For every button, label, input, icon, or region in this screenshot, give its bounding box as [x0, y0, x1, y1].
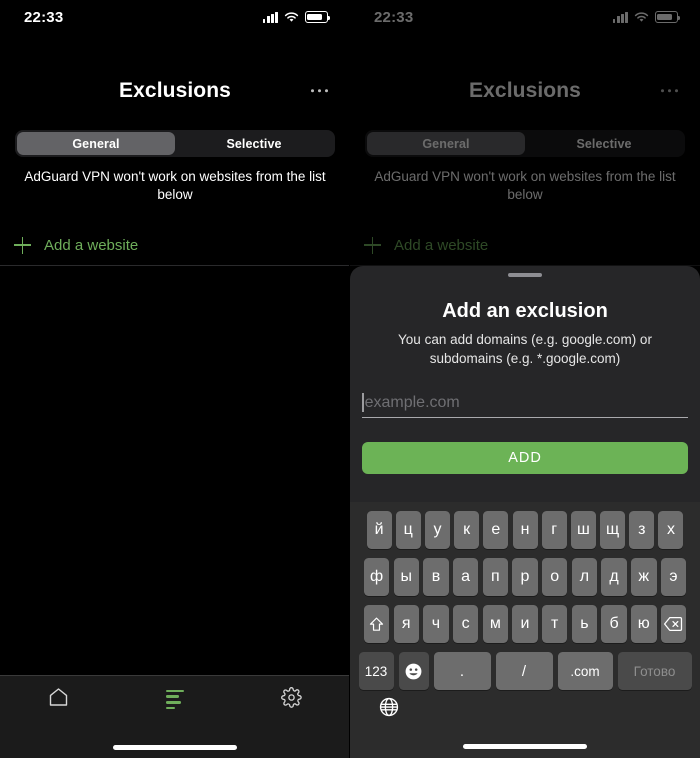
key-1-2[interactable]: у [424, 511, 450, 549]
key-1-10[interactable]: х [658, 511, 684, 549]
tab-home[interactable] [0, 676, 117, 723]
key-1-6[interactable]: г [541, 511, 567, 549]
key-3-4[interactable]: и [512, 605, 538, 643]
mode-description-text: AdGuard VPN won't work on websites from … [24, 169, 326, 202]
key-3-3[interactable]: м [482, 605, 509, 643]
sheet-title: Add an exclusion [442, 300, 608, 322]
cellular-bars-icon [262, 11, 278, 23]
status-bar-time: 22:33 [374, 8, 414, 26]
keyboard-row-4: 123 . / .com Готово [350, 652, 700, 690]
battery-icon [305, 11, 331, 23]
status-bar-time: 22:33 [24, 8, 64, 26]
status-bar-indicators [262, 11, 331, 23]
cellular-bars-icon [612, 11, 628, 23]
more-horizontal-icon[interactable] [657, 81, 682, 100]
key-1-1[interactable]: ц [395, 511, 421, 549]
key-2-8[interactable]: д [601, 558, 627, 596]
panel-divider [349, 0, 350, 758]
list-lines-icon [166, 689, 184, 710]
key-2-7[interactable]: л [571, 558, 598, 596]
left-phone-screen: 22:33 Exclusions General Selective AdGua… [0, 0, 350, 758]
key-3-0[interactable]: я [393, 605, 419, 643]
key-dot-com[interactable]: .com [557, 652, 613, 690]
segment-selective[interactable]: Selective [525, 132, 683, 155]
key-2-6[interactable]: о [541, 558, 568, 596]
key-2-9[interactable]: ж [631, 558, 657, 596]
home-indicator [463, 744, 587, 749]
battery-icon [655, 11, 681, 23]
add-website-row[interactable]: Add a website [364, 232, 686, 258]
keyboard-row-3: я ч с м и т ь б ю [350, 605, 700, 643]
keyboard-row-2: ф ы в а п р о л д ж э [350, 558, 700, 596]
sheet-grabber[interactable] [508, 273, 542, 277]
key-done[interactable]: Готово [617, 652, 692, 690]
virtual-keyboard: й ц у к е н г ш щ з х ф ы в а п р о л д … [350, 502, 700, 758]
list-divider [0, 265, 350, 266]
status-bar: 22:33 [0, 0, 350, 34]
plus-icon [14, 236, 31, 254]
add-exclusion-submit-button[interactable]: ADD [362, 442, 688, 474]
plus-icon [364, 236, 381, 254]
key-3-5[interactable]: т [541, 605, 568, 643]
key-1-0[interactable]: й [366, 511, 392, 549]
wifi-icon [634, 11, 649, 23]
navigation-bar: Exclusions [0, 70, 350, 112]
gear-icon [281, 686, 302, 713]
right-phone-screen: 22:33 Exclusions General Selective AdGua… [350, 0, 700, 758]
emoji-smiley-icon[interactable] [398, 652, 429, 690]
key-1-5[interactable]: н [512, 511, 538, 549]
add-website-label: Add a website [394, 236, 489, 254]
key-2-2[interactable]: в [423, 558, 449, 596]
key-3-2[interactable]: с [452, 605, 479, 643]
page-title: Exclusions [119, 79, 231, 102]
mode-description-text: AdGuard VPN won't work on websites from … [374, 169, 676, 202]
key-1-4[interactable]: е [483, 511, 509, 549]
bottom-tab-bar [0, 675, 350, 758]
key-3-1[interactable]: ч [423, 605, 449, 643]
segment-general[interactable]: General [17, 132, 175, 155]
sheet-subtitle: You can add domains (e.g. google.com) or… [398, 332, 652, 366]
tab-exclusions[interactable] [117, 676, 234, 723]
dual-screenshot-stage: 22:33 Exclusions General Selective AdGua… [0, 0, 700, 758]
key-2-10[interactable]: э [660, 558, 687, 596]
status-bar-indicators [612, 11, 681, 23]
text-caret [362, 393, 364, 412]
key-1-8[interactable]: щ [600, 511, 626, 549]
add-website-row[interactable]: Add a website [14, 232, 336, 258]
domain-input-placeholder: example.com [364, 393, 460, 411]
domain-input-field[interactable]: example.com [362, 388, 688, 418]
backspace-icon[interactable] [660, 605, 687, 643]
exclusions-mode-segmented-control[interactable]: General Selective [365, 130, 685, 157]
key-3-7[interactable]: б [601, 605, 627, 643]
home-icon [48, 687, 69, 712]
add-website-label: Add a website [44, 236, 139, 254]
wifi-icon [284, 11, 299, 23]
key-period[interactable]: . [433, 652, 491, 690]
key-3-6[interactable]: ь [571, 605, 598, 643]
home-indicator [113, 745, 237, 750]
more-horizontal-icon[interactable] [307, 81, 332, 100]
key-slash[interactable]: / [495, 652, 553, 690]
segment-general[interactable]: General [367, 132, 525, 155]
key-1-7[interactable]: ш [570, 511, 596, 549]
keyboard-row-1: й ц у к е н г ш щ з х [350, 511, 700, 549]
status-bar: 22:33 [350, 0, 700, 34]
key-2-3[interactable]: а [452, 558, 479, 596]
segment-selective[interactable]: Selective [175, 132, 333, 155]
key-1-9[interactable]: з [629, 511, 655, 549]
key-3-8[interactable]: ю [631, 605, 657, 643]
globe-icon[interactable] [378, 696, 400, 718]
key-numbers-toggle[interactable]: 123 [358, 652, 394, 690]
shift-up-icon[interactable] [363, 605, 390, 643]
key-2-5[interactable]: р [512, 558, 538, 596]
exclusions-mode-segmented-control[interactable]: General Selective [15, 130, 335, 157]
key-2-0[interactable]: ф [363, 558, 390, 596]
add-exclusion-sheet: Add an exclusion You can add domains (e.… [350, 266, 700, 758]
tab-settings[interactable] [233, 676, 350, 723]
key-2-4[interactable]: п [482, 558, 509, 596]
navigation-bar: Exclusions [350, 70, 700, 112]
page-title: Exclusions [469, 79, 581, 102]
key-1-3[interactable]: к [454, 511, 480, 549]
key-2-1[interactable]: ы [393, 558, 419, 596]
